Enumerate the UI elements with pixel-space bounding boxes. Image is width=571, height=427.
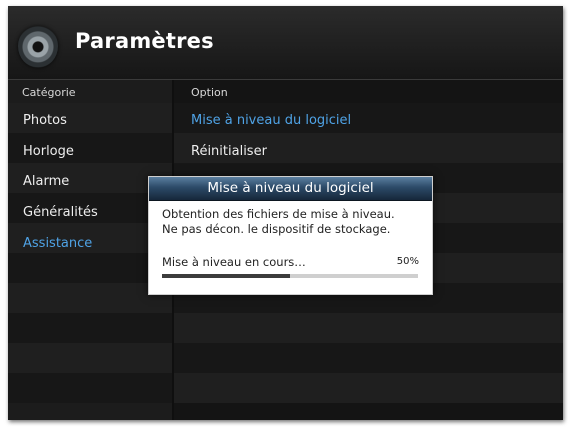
- header-bar: Paramètres: [8, 6, 563, 79]
- dialog-title: Mise à niveau du logiciel: [149, 177, 432, 201]
- category-item-alarme[interactable]: Alarme: [23, 167, 69, 197]
- category-item-horloge[interactable]: Horloge: [23, 137, 74, 167]
- settings-gear-icon: [18, 24, 58, 68]
- row-band: [174, 373, 563, 403]
- upgrade-progress-dialog: Mise à niveau du logiciel Obtention des …: [148, 176, 433, 295]
- dialog-message: Obtention des fichiers de mise à niveau.…: [162, 207, 424, 237]
- row-band: [174, 313, 563, 343]
- progress-label: Mise à niveau en cours…: [162, 255, 306, 269]
- settings-screen: Paramètres Catégorie Option Photos Horlo…: [8, 6, 563, 420]
- option-column-header: Option: [191, 86, 228, 99]
- row-band: [8, 373, 172, 403]
- dialog-message-line: Obtention des fichiers de mise à niveau.: [162, 207, 395, 221]
- dialog-message-line: Ne pas décon. le dispositif de stockage.: [162, 222, 391, 236]
- row-band: [8, 343, 172, 373]
- progress-bar-fill: [162, 274, 290, 278]
- progress-bar: [162, 274, 418, 278]
- category-item-photos[interactable]: Photos: [23, 106, 67, 136]
- option-item-software-upgrade[interactable]: Mise à niveau du logiciel: [191, 106, 351, 136]
- option-item-reset[interactable]: Réinitialiser: [191, 137, 267, 167]
- row-band: [174, 343, 563, 373]
- category-column-header: Catégorie: [22, 86, 76, 99]
- category-item-generalites[interactable]: Généralités: [23, 198, 98, 228]
- category-item-assistance[interactable]: Assistance: [23, 229, 92, 259]
- row-band: [8, 313, 172, 343]
- page-title: Paramètres: [75, 29, 214, 53]
- progress-percent: 50%: [396, 256, 419, 267]
